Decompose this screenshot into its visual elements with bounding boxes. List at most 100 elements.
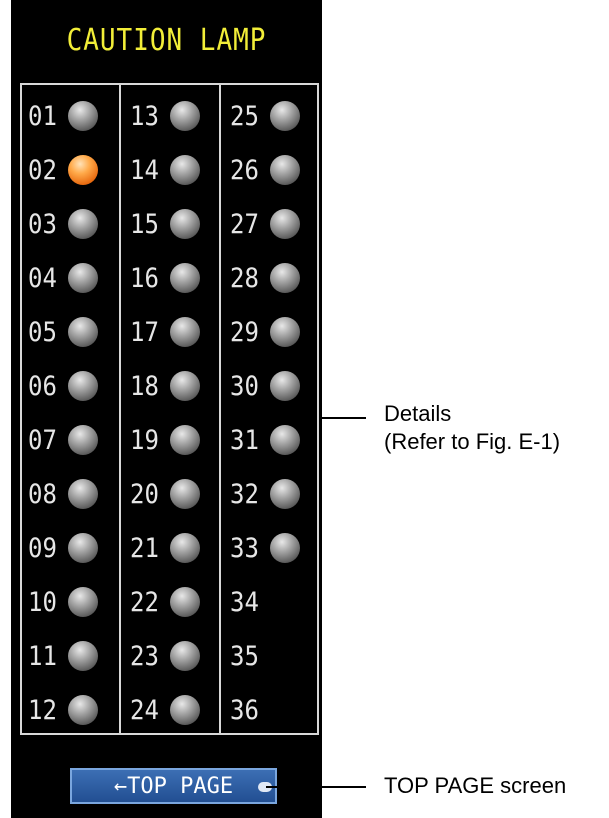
lamp-on-icon [68,155,98,185]
lamp-off-icon [270,101,300,131]
lamp-number: 12 [28,694,57,726]
lamp-number: 30 [230,370,259,402]
lamp-item: 15 [130,197,200,251]
lamp-off-icon [270,425,300,455]
details-callout: Details (Refer to Fig. E-1) [384,400,560,456]
lamp-off-icon [68,371,98,401]
lamp-number: 34 [230,586,259,618]
lamp-number: 09 [28,532,57,564]
lamp-item: 36 [230,683,266,737]
lamp-grid: 01 02 03 04 05 06 07 08 09 10 11 12 13 14 15 16 17 18 19 20… [20,83,319,735]
column-divider [219,85,221,733]
lamp-item: 28 [230,251,300,305]
top-page-button[interactable]: ←TOP PAGE [70,768,277,804]
lamp-off-icon [170,371,200,401]
lamp-number: 18 [130,370,159,402]
lamp-item: 04 [28,251,98,305]
lamp-item: 06 [28,359,98,413]
lamp-item: 05 [28,305,98,359]
lamp-item: 01 [28,89,98,143]
lamp-off-icon [270,317,300,347]
lamp-off-icon [270,479,300,509]
lamp-number: 06 [28,370,57,402]
caution-lamp-panel: CAUTION LAMP 01 02 03 04 05 06 07 08 09 10 11 12 13 1… [11,0,322,818]
lamp-item: 21 [130,521,200,575]
lamp-number: 19 [130,424,159,456]
lamp-item: 30 [230,359,300,413]
lamp-number: 32 [230,478,259,510]
lamp-item: 23 [130,629,200,683]
lamp-number: 04 [28,262,57,294]
lamp-item: 29 [230,305,300,359]
lamp-off-icon [68,479,98,509]
lamp-item: 24 [130,683,200,737]
lamp-item: 31 [230,413,300,467]
details-callout-line2: (Refer to Fig. E-1) [384,429,561,454]
lamp-off-icon [170,695,200,725]
top-page-callout: TOP PAGE screen [384,773,567,798]
lamp-number: 35 [230,640,259,672]
lamp-item: 32 [230,467,300,521]
top-page-button-label: ←TOP PAGE [113,773,234,799]
lamp-item: 18 [130,359,200,413]
lamp-off-icon [170,479,200,509]
lamp-number: 02 [28,154,57,186]
lamp-number: 23 [130,640,159,672]
lamp-off-icon [170,263,200,293]
lamp-number: 31 [230,424,259,456]
lamp-off-icon [170,533,200,563]
lamp-item: 26 [230,143,300,197]
lamp-off-icon [170,587,200,617]
lamp-off-icon [170,209,200,239]
details-callout-line1: Details [384,401,452,426]
lamp-item: 22 [130,575,200,629]
column-divider [119,85,121,733]
lamp-off-icon [170,641,200,671]
lamp-item: 25 [230,89,300,143]
lamp-number: 36 [230,694,259,726]
lamp-number: 28 [230,262,259,294]
lamp-item: 27 [230,197,300,251]
lamp-item: 20 [130,467,200,521]
lamp-number: 22 [130,586,159,618]
lamp-off-icon [270,263,300,293]
lamp-off-icon [68,695,98,725]
lamp-off-icon [270,209,300,239]
lamp-off-icon [170,101,200,131]
lamp-off-icon [170,317,200,347]
lamp-number: 26 [230,154,259,186]
lamp-off-icon [68,641,98,671]
lamp-off-icon [68,263,98,293]
lamp-off-icon [170,425,200,455]
lamp-off-icon [270,533,300,563]
lamp-item: 13 [130,89,200,143]
lamp-off-icon [68,425,98,455]
panel-title: CAUTION LAMP [66,23,267,59]
lamp-off-icon [68,209,98,239]
lamp-off-icon [270,371,300,401]
lamp-number: 29 [230,316,259,348]
lamp-off-icon [270,155,300,185]
lamp-item: 19 [130,413,200,467]
lamp-off-icon [68,533,98,563]
lamp-number: 07 [28,424,57,456]
lamp-number: 24 [130,694,159,726]
lamp-item: 16 [130,251,200,305]
lamp-off-icon [68,317,98,347]
lamp-number: 14 [130,154,159,186]
lamp-item: 35 [230,629,266,683]
lamp-item: 08 [28,467,98,521]
lamp-item: 17 [130,305,200,359]
lamp-number: 05 [28,316,57,348]
lamp-number: 16 [130,262,159,294]
lamp-number: 01 [28,100,57,132]
lamp-off-icon [170,155,200,185]
lamp-number: 03 [28,208,57,240]
lamp-item: 12 [28,683,98,737]
lamp-number: 33 [230,532,259,564]
lamp-item: 02 [28,143,98,197]
lamp-number: 21 [130,532,159,564]
lamp-off-icon [68,587,98,617]
lamp-item: 09 [28,521,98,575]
lamp-item: 03 [28,197,98,251]
